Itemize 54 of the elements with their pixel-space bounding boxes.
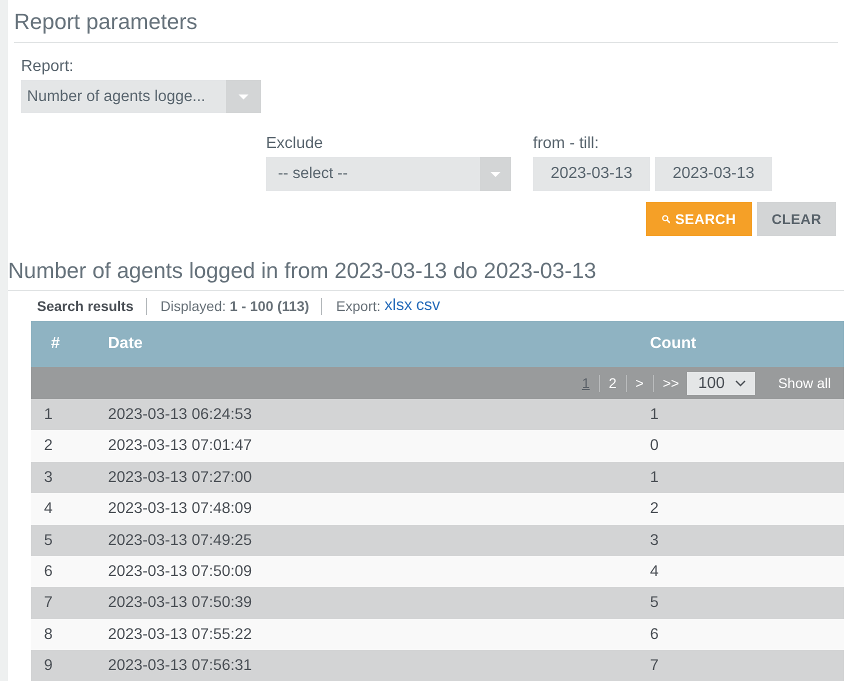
field-label: Report: — [21, 57, 74, 77]
results-title: Number of agents logged in from 2023-03-13 do 2023-03-13 — [8, 257, 596, 285]
table-cell: 2 — [31, 430, 95, 462]
results-label: Search results — [37, 297, 134, 316]
table-cell: 9 — [31, 650, 95, 681]
date-from-field[interactable]: 2023-03-13 — [533, 157, 650, 191]
table-cell: 2023-03-13 07:48:09 — [95, 493, 637, 525]
table-cell: 2023-03-13 07:01:47 — [95, 430, 637, 462]
show-all-link[interactable]: Show all — [778, 372, 831, 394]
exclude-select[interactable]: -- select -- — [266, 157, 511, 191]
table-cell: 1 — [637, 399, 844, 430]
field-label: Exclude — [266, 134, 323, 154]
table-cell: 6 — [637, 618, 844, 650]
date-till-field[interactable]: 2023-03-13 — [655, 157, 772, 191]
table-cell: 2023-03-13 07:50:09 — [95, 556, 637, 588]
page-link[interactable]: 2 — [608, 372, 617, 394]
table-cell: 5 — [637, 587, 844, 619]
table-cell: 2023-03-13 07:56:31 — [95, 650, 637, 681]
table-cell: 2023-03-13 07:49:25 — [95, 524, 637, 556]
caret-down-icon — [226, 80, 261, 113]
chevron-down-icon — [735, 380, 746, 387]
table-cell: 6 — [31, 556, 95, 588]
field-label: from - till: — [533, 134, 599, 154]
export-link[interactable]: xlsx — [384, 296, 412, 316]
column-header: Count — [637, 321, 844, 367]
table-cell: 4 — [637, 556, 844, 588]
search-icon — [662, 212, 670, 226]
table-cell: 7 — [31, 587, 95, 619]
column-header: Date — [95, 321, 637, 367]
page-size-select[interactable]: 100 — [687, 372, 756, 395]
report-select[interactable]: Number of agents logge... — [21, 80, 261, 113]
export-label: Export: — [336, 297, 381, 316]
table-cell: 4 — [31, 493, 95, 525]
table-cell: 2023-03-13 07:55:22 — [95, 618, 637, 650]
clear-button[interactable]: CLEAR — [757, 202, 836, 236]
table-cell: 2023-03-13 07:27:00 — [95, 462, 637, 494]
table-cell: 3 — [637, 524, 844, 556]
table-cell: 7 — [637, 650, 844, 681]
caret-down-icon — [480, 157, 511, 191]
table-cell: 2023-03-13 06:24:53 — [95, 399, 637, 430]
table-cell: 3 — [31, 462, 95, 494]
table-cell: 8 — [31, 618, 95, 650]
table-cell: 1 — [637, 462, 844, 494]
section-title: Report parameters — [14, 8, 198, 36]
displayed-count: Displayed: 1 - 100 (113) — [160, 297, 310, 316]
last-page-link[interactable]: >> — [662, 372, 680, 394]
table-cell: 2023-03-13 07:50:39 — [95, 587, 637, 619]
table-cell: 1 — [31, 399, 95, 430]
export-link[interactable]: csv — [416, 296, 440, 316]
table-cell: 0 — [637, 430, 844, 462]
next-page-link[interactable]: > — [636, 372, 644, 394]
column-header: # — [31, 321, 95, 367]
table-cell: 2 — [637, 493, 844, 525]
table-cell: 5 — [31, 524, 95, 556]
